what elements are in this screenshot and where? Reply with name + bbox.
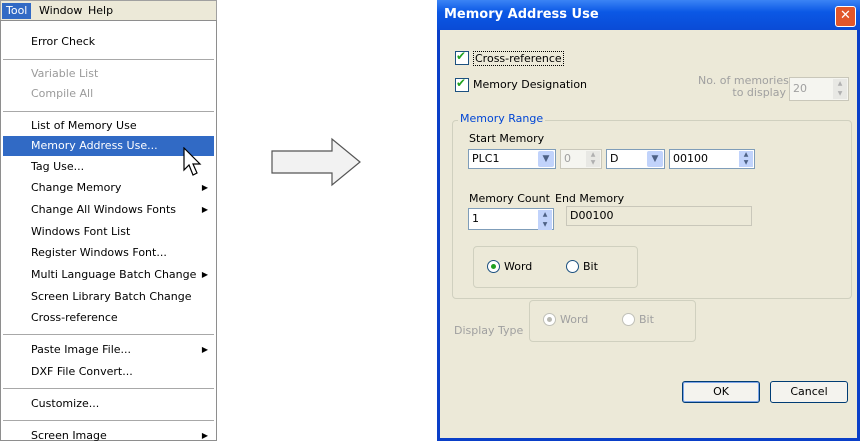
menu-bar: Tool Window Help [0, 0, 217, 20]
display-bit-radio [622, 313, 635, 326]
no-of-memories-spinner: ▲ ▼ [833, 79, 847, 99]
menu-separator [3, 111, 214, 112]
memory-designation-checkbox[interactable]: ✔ [455, 76, 469, 92]
station-input: 0 ▲ ▼ [560, 149, 602, 169]
device-select[interactable]: D ▼ [606, 149, 665, 169]
tool-dropdown-menu: Error Check Variable List Compile All Li… [0, 20, 217, 442]
menu-separator [3, 334, 214, 335]
address-value: 00100 [673, 152, 708, 165]
menu-item-paste-image-file[interactable]: Paste Image File... ▶ [31, 340, 210, 360]
menu-item-list-of-memory-use[interactable]: List of Memory Use [31, 116, 210, 136]
menu-tool[interactable]: Tool [2, 3, 32, 19]
ok-button[interactable]: OK [682, 381, 760, 403]
menu-item-label: Change Memory [31, 181, 122, 194]
end-memory-field: D00100 [566, 206, 752, 226]
display-word-radio [543, 313, 556, 326]
address-spinner[interactable]: ▲ ▼ [739, 151, 753, 167]
submenu-arrow-icon: ▶ [201, 183, 208, 192]
checkmark-icon: ✔ [456, 49, 467, 63]
radio-dot [491, 264, 496, 269]
word-label: Word [504, 260, 533, 273]
chevron-down-icon[interactable]: ▼ [647, 151, 663, 167]
device-value: D [610, 152, 619, 165]
no-of-memories-label-line2: to display [732, 86, 786, 99]
start-memory-label: Start Memory [469, 132, 545, 145]
no-of-memories-label: No. of memories to display [698, 75, 789, 99]
chevron-down-icon[interactable]: ▼ [538, 151, 554, 167]
bit-label: Bit [583, 260, 598, 273]
menu-item-label: Change All Windows Fonts [31, 203, 177, 216]
memory-range-title: Memory Range [458, 112, 546, 125]
spin-up-icon: ▲ [833, 79, 847, 89]
station-spinner: ▲ ▼ [586, 151, 600, 167]
memory-count-spinner[interactable]: ▲ ▼ [538, 210, 552, 230]
memory-count-input[interactable]: 1 ▲ ▼ [468, 208, 554, 230]
menu-item-label: Multi Language Batch Change [31, 268, 197, 281]
submenu-arrow-icon: ▶ [201, 205, 208, 214]
memory-address-use-dialog: Memory Address Use ✕ ✔ Cross-reference ✔… [437, 0, 860, 441]
menu-item-error-check[interactable]: Error Check [31, 32, 210, 52]
spin-down-icon[interactable]: ▼ [739, 159, 753, 167]
cross-reference-label: Cross-reference [473, 51, 564, 66]
word-radio[interactable] [487, 260, 500, 273]
submenu-arrow-icon: ▶ [201, 431, 208, 440]
end-memory-label: End Memory [555, 192, 625, 205]
close-icon[interactable]: ✕ [835, 6, 856, 27]
menu-item-label: Screen Image [31, 429, 107, 442]
checkmark-icon: ✔ [456, 76, 467, 90]
menu-separator [3, 59, 214, 60]
spin-down-icon: ▼ [586, 159, 600, 167]
menu-item-label: Paste Image File... [31, 343, 132, 356]
spin-up-icon[interactable]: ▲ [739, 151, 753, 159]
spin-down-icon[interactable]: ▼ [538, 220, 552, 230]
cancel-button[interactable]: Cancel [770, 381, 848, 403]
address-input[interactable]: 00100 ▲ ▼ [669, 149, 755, 169]
menu-item-change-memory[interactable]: Change Memory ▶ [31, 178, 210, 198]
menu-help[interactable]: Help [84, 3, 117, 19]
menu-item-variable-list: Variable List [31, 67, 99, 80]
mouse-pointer-icon [183, 147, 202, 176]
end-memory-value: D00100 [570, 209, 614, 222]
menu-item-change-all-windows-fonts[interactable]: Change All Windows Fonts ▶ [31, 200, 210, 220]
plc-select[interactable]: PLC1 ▼ [468, 149, 556, 169]
spin-down-icon: ▼ [833, 89, 847, 99]
display-bit-label: Bit [639, 313, 654, 326]
display-word-label: Word [560, 313, 589, 326]
dialog-title: Memory Address Use [444, 7, 599, 22]
menu-item-label: Memory Address Use... [31, 139, 158, 152]
menu-item-cross-reference[interactable]: Cross-reference [31, 308, 210, 328]
menu-separator [3, 388, 214, 389]
plc-value: PLC1 [472, 152, 500, 165]
radio-dot [547, 317, 552, 322]
dialog-title-bar: Memory Address Use ✕ [437, 0, 860, 30]
bit-radio[interactable] [566, 260, 579, 273]
menu-item-compile-all: Compile All [31, 87, 94, 100]
menu-item-screen-image[interactable]: Screen Image ▶ [31, 426, 210, 446]
no-of-memories-value: 20 [793, 82, 807, 95]
menu-item-register-windows-font[interactable]: Register Windows Font... [31, 243, 210, 263]
memory-count-value: 1 [472, 212, 479, 225]
display-type-label: Display Type [454, 324, 524, 337]
menu-item-dxf-file-convert[interactable]: DXF File Convert... [31, 362, 210, 382]
memory-count-label: Memory Count [469, 192, 550, 205]
menu-window[interactable]: Window [35, 3, 86, 19]
spin-up-icon: ▲ [586, 151, 600, 159]
no-of-memories-input: 20 ▲ ▼ [789, 77, 849, 101]
station-value: 0 [564, 152, 571, 165]
submenu-arrow-icon: ▶ [201, 345, 208, 354]
right-arrow-icon [271, 137, 361, 187]
spin-up-icon[interactable]: ▲ [538, 210, 552, 220]
cross-reference-checkbox[interactable]: ✔ [455, 49, 469, 65]
menu-item-customize[interactable]: Customize... [31, 394, 210, 414]
menu-item-multi-language-batch-change[interactable]: Multi Language Batch Change ▶ [31, 265, 210, 285]
submenu-arrow-icon: ▶ [201, 270, 208, 279]
menu-item-screen-library-batch-change[interactable]: Screen Library Batch Change [31, 287, 210, 307]
menu-separator [3, 420, 214, 421]
memory-designation-label: Memory Designation [473, 78, 588, 91]
menu-item-windows-font-list[interactable]: Windows Font List [31, 222, 210, 242]
